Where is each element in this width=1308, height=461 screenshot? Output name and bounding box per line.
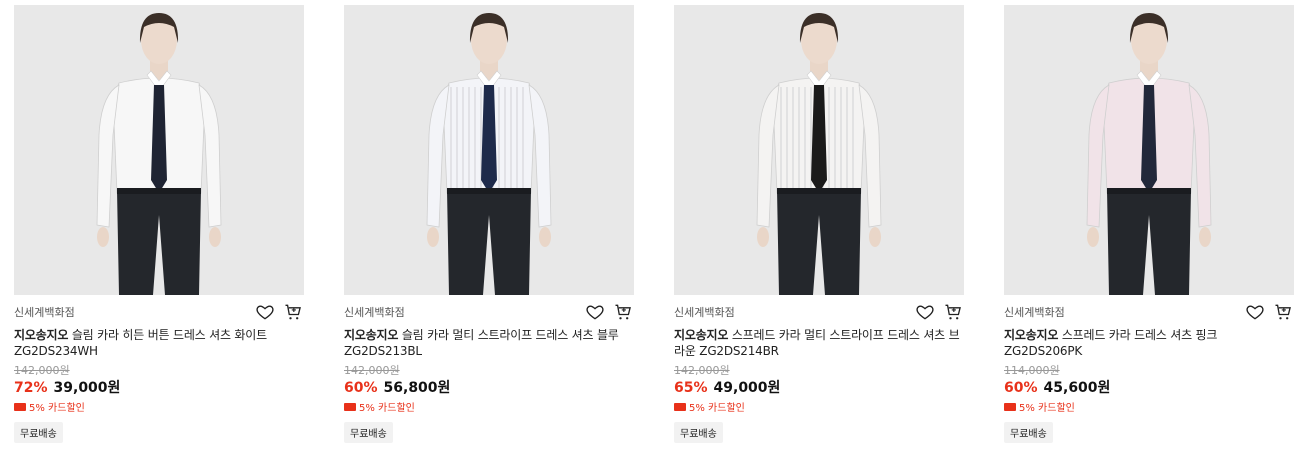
card-discount: 5% 카드할인 — [359, 403, 415, 414]
sale-price: 49,000원 — [713, 380, 781, 396]
credit-card-icon — [1004, 402, 1016, 411]
credit-card-icon — [14, 402, 26, 411]
free-shipping-badge: 무료배송 — [674, 422, 723, 443]
cart-icon[interactable] — [943, 302, 963, 322]
product-title[interactable]: 지오송지오 스프레드 카라 드레스 셔츠 핑크 ZG2DS206PK — [1004, 327, 1294, 359]
heart-icon[interactable] — [255, 302, 275, 322]
discount-rate: 72% — [14, 380, 48, 396]
brand-name: 지오송지오 — [1004, 328, 1059, 342]
original-price: 114,000원 — [1004, 364, 1060, 377]
free-shipping-badge: 무료배송 — [14, 422, 63, 443]
product-card[interactable]: 신세계백화점 지오송지오 슬림 카라 멀티 스트라이프 드레스 셔츠 블루 ZG… — [344, 5, 634, 443]
product-image[interactable] — [1004, 5, 1294, 295]
product-card[interactable]: 신세계백화점 지오송지오 스프레드 카라 멀티 스트라이프 드레스 셔츠 브라운… — [674, 5, 964, 443]
brand-name: 지오송지오 — [14, 328, 69, 342]
discount-rate: 65% — [674, 380, 708, 396]
free-shipping-badge: 무료배송 — [1004, 422, 1053, 443]
product-title[interactable]: 지오송지오 슬림 카라 히든 버튼 드레스 셔츠 화이트 ZG2DS234WH — [14, 327, 304, 359]
cart-icon[interactable] — [1273, 302, 1293, 322]
product-card[interactable]: 신세계백화점 지오송지오 스프레드 카라 드레스 셔츠 핑크 ZG2DS206P… — [1004, 5, 1294, 443]
card-discount: 5% 카드할인 — [29, 403, 85, 414]
product-title[interactable]: 지오송지오 스프레드 카라 멀티 스트라이프 드레스 셔츠 브라운 ZG2DS2… — [674, 327, 964, 359]
heart-icon[interactable] — [915, 302, 935, 322]
brand-name: 지오송지오 — [674, 328, 729, 342]
product-card[interactable]: 신세계백화점 지오송지오 슬림 카라 히든 버튼 드레스 셔츠 화이트 ZG2D… — [14, 5, 304, 443]
product-title[interactable]: 지오송지오 슬림 카라 멀티 스트라이프 드레스 셔츠 블루 ZG2DS213B… — [344, 327, 634, 359]
sale-price: 45,600원 — [1043, 380, 1111, 396]
credit-card-icon — [674, 402, 686, 411]
store-name: 신세계백화점 — [14, 306, 75, 319]
product-grid: 신세계백화점 지오송지오 슬림 카라 히든 버튼 드레스 셔츠 화이트 ZG2D… — [0, 0, 1308, 461]
heart-icon[interactable] — [585, 302, 605, 322]
cart-icon[interactable] — [613, 302, 633, 322]
heart-icon[interactable] — [1245, 302, 1265, 322]
sale-price: 39,000원 — [53, 380, 121, 396]
product-image[interactable] — [344, 5, 634, 295]
discount-rate: 60% — [1004, 380, 1038, 396]
store-name: 신세계백화점 — [674, 306, 735, 319]
cart-icon[interactable] — [283, 302, 303, 322]
discount-rate: 60% — [344, 380, 378, 396]
product-image[interactable] — [674, 5, 964, 295]
sale-price: 56,800원 — [383, 380, 451, 396]
store-name: 신세계백화점 — [1004, 306, 1065, 319]
free-shipping-badge: 무료배송 — [344, 422, 393, 443]
original-price: 142,000원 — [14, 364, 70, 377]
brand-name: 지오송지오 — [344, 328, 399, 342]
original-price: 142,000원 — [344, 364, 400, 377]
store-name: 신세계백화점 — [344, 306, 405, 319]
original-price: 142,000원 — [674, 364, 730, 377]
credit-card-icon — [344, 402, 356, 411]
card-discount: 5% 카드할인 — [689, 403, 745, 414]
product-image[interactable] — [14, 5, 304, 295]
card-discount: 5% 카드할인 — [1019, 403, 1075, 414]
